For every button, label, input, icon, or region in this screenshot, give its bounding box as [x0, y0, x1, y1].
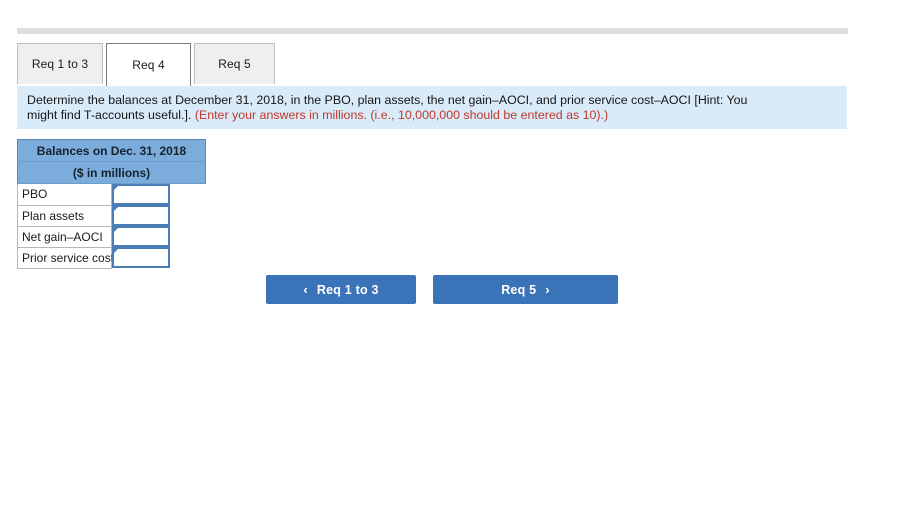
instruction-line-2: might find T-accounts useful.]. (Enter y… — [27, 108, 837, 123]
net-gain-aoci-input[interactable] — [112, 226, 170, 247]
input-cell-plan-assets[interactable] — [111, 205, 206, 226]
tab-label: Req 4 — [132, 58, 165, 72]
row-label-net-gain-aoci: Net gain–AOCI — [17, 225, 112, 248]
tab-req-1-to-3[interactable]: Req 1 to 3 — [17, 43, 103, 84]
requirement-tabs: Req 1 to 3 Req 4 Req 5 — [17, 43, 278, 86]
table-head: Balances on Dec. 31, 2018 ($ in millions… — [17, 139, 206, 184]
next-req-button-label: Req 5 — [501, 282, 537, 297]
instruction-hint: (Enter your answers in millions. (i.e., … — [194, 108, 609, 122]
table-row: PBO — [17, 183, 206, 206]
input-cell-net-gain-aoci[interactable] — [111, 226, 206, 247]
tab-req-5[interactable]: Req 5 — [194, 43, 275, 84]
table-header-title: Balances on Dec. 31, 2018 — [17, 139, 206, 162]
tab-label: Req 1 to 3 — [31, 57, 89, 71]
tab-req-4[interactable]: Req 4 — [106, 43, 191, 86]
table-header-row-1: Balances on Dec. 31, 2018 — [17, 139, 206, 162]
table-row: Net gain–AOCI — [17, 225, 206, 248]
prev-req-button[interactable]: ‹ Req 1 to 3 — [266, 275, 416, 304]
instruction-line-2-main: might find T-accounts useful.]. — [27, 108, 195, 122]
input-cell-pbo[interactable] — [111, 183, 206, 205]
tab-label: Req 5 — [218, 57, 251, 71]
plan-assets-input[interactable] — [112, 205, 170, 226]
table-row: Plan assets — [17, 204, 206, 227]
row-label-plan-assets: Plan assets — [17, 204, 112, 227]
navigation-buttons: ‹ Req 1 to 3 Req 5 › — [266, 275, 618, 304]
chevron-right-icon: › — [545, 282, 550, 297]
table-row: Prior service cost–AOCI — [17, 246, 206, 269]
table-header-units: ($ in millions) — [17, 161, 206, 184]
instruction-panel: Determine the balances at December 31, 2… — [17, 86, 847, 129]
prior-service-cost-aoci-input[interactable] — [112, 247, 170, 268]
row-label-pbo: PBO — [17, 183, 112, 206]
table-body: PBO Plan assets Net gain–AOCI Prior serv… — [17, 183, 206, 269]
instruction-line-1: Determine the balances at December 31, 2… — [27, 93, 748, 107]
row-label-prior-service-cost-aoci: Prior service cost–AOCI — [17, 246, 150, 269]
prev-req-button-label: Req 1 to 3 — [316, 282, 379, 297]
table-header-row-2: ($ in millions) — [17, 161, 206, 184]
top-bar-region — [0, 0, 897, 34]
input-cell-prior-service-cost-aoci[interactable] — [111, 247, 206, 268]
balances-answer-table: Balances on Dec. 31, 2018 ($ in millions… — [17, 139, 206, 269]
divider-bar — [17, 28, 848, 34]
chevron-left-icon: ‹ — [303, 282, 308, 297]
pbo-input[interactable] — [112, 184, 170, 205]
next-req-button[interactable]: Req 5 › — [433, 275, 618, 304]
